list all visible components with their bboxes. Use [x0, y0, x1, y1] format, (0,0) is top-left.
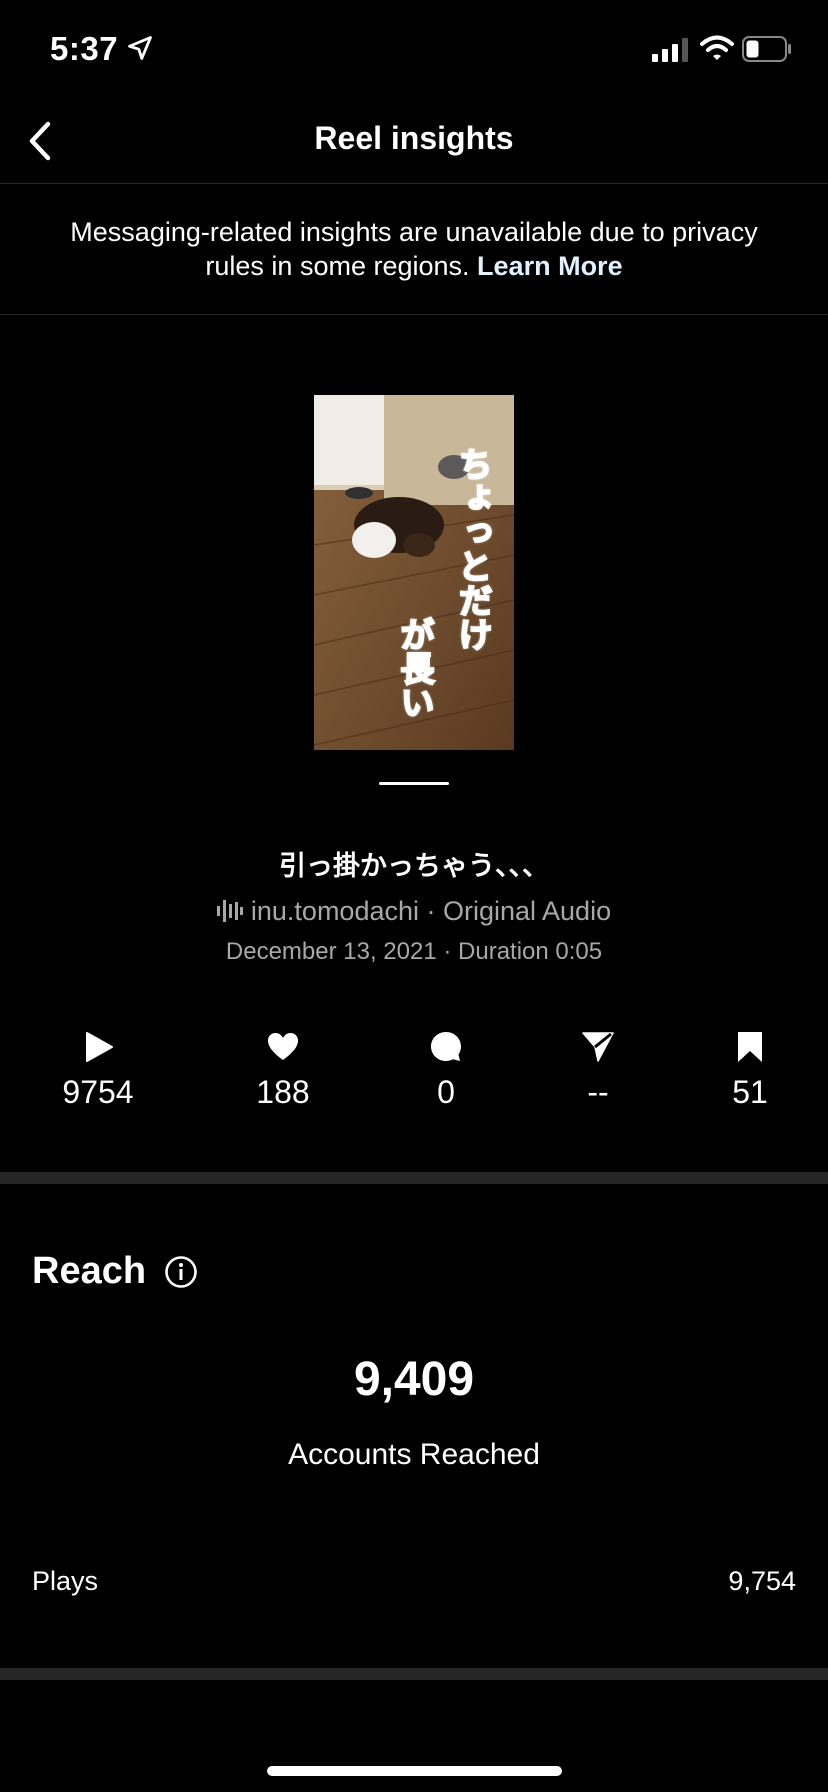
accounts-reached-label: Accounts Reached: [288, 1438, 540, 1471]
play-icon: [86, 1032, 113, 1062]
plays-label: Plays: [32, 1566, 99, 1596]
heart-icon: [268, 1033, 298, 1060]
location-arrow-icon: [128, 36, 152, 60]
saves-count: 51: [732, 1074, 768, 1110]
shares-stat: --: [538, 1030, 658, 1111]
notice-message: Messaging-related insights are unavailab…: [70, 217, 758, 281]
thumbnail-caption-1: ちょっとだけ: [451, 446, 493, 652]
reach-heading: Reach: [32, 1250, 147, 1292]
battery-icon: [742, 36, 791, 62]
paper-plane-icon: [582, 1032, 614, 1062]
audio-text: inu.tomodachi · Original Audio: [250, 896, 612, 926]
learn-more-link[interactable]: Learn More: [477, 251, 623, 281]
plays-stat: 9754: [38, 1030, 158, 1111]
section-divider: [0, 1172, 828, 1184]
reel-title: 引っ掛かっちゃう、、、: [279, 851, 549, 882]
header-bar: Reel insights: [0, 100, 828, 184]
info-icon[interactable]: [164, 1255, 198, 1289]
reel-thumbnail[interactable]: ちょっとだけ が長い: [314, 395, 514, 750]
likes-stat: 188: [223, 1030, 343, 1111]
comments-count: 0: [437, 1074, 455, 1110]
home-indicator[interactable]: [267, 1766, 562, 1776]
comment-icon: [431, 1032, 461, 1061]
date-duration: December 13, 2021 · Duration 0:05: [225, 938, 603, 965]
privacy-notice: Messaging-related insights are unavailab…: [0, 185, 828, 315]
page-indicator: [379, 782, 449, 785]
section-divider: [0, 1668, 828, 1680]
audio-waveform-icon: [216, 900, 243, 922]
reel-insights-screen: 5:37 Reel insights Messaging-related ins…: [0, 0, 828, 1792]
saves-stat: 51: [690, 1030, 810, 1111]
accounts-reached-value: 9,409: [353, 1353, 475, 1406]
likes-count: 188: [256, 1074, 310, 1110]
thumbnail-caption-2: が長い: [393, 616, 435, 720]
plays-value: 9,754: [728, 1566, 796, 1596]
wifi-icon: [700, 35, 734, 60]
plays-count: 9754: [62, 1074, 134, 1110]
comments-stat: 0: [386, 1030, 506, 1111]
audio-info[interactable]: inu.tomodachi · Original Audio: [0, 896, 828, 927]
bookmark-icon: [738, 1032, 762, 1062]
cellular-signal-icon: [652, 38, 688, 62]
shares-count: --: [587, 1074, 609, 1110]
notice-text: Messaging-related insights are unavailab…: [60, 215, 768, 283]
status-time: 5:37: [50, 30, 119, 67]
status-bar: 5:37: [0, 0, 828, 100]
page-title: Reel insights: [314, 120, 514, 156]
